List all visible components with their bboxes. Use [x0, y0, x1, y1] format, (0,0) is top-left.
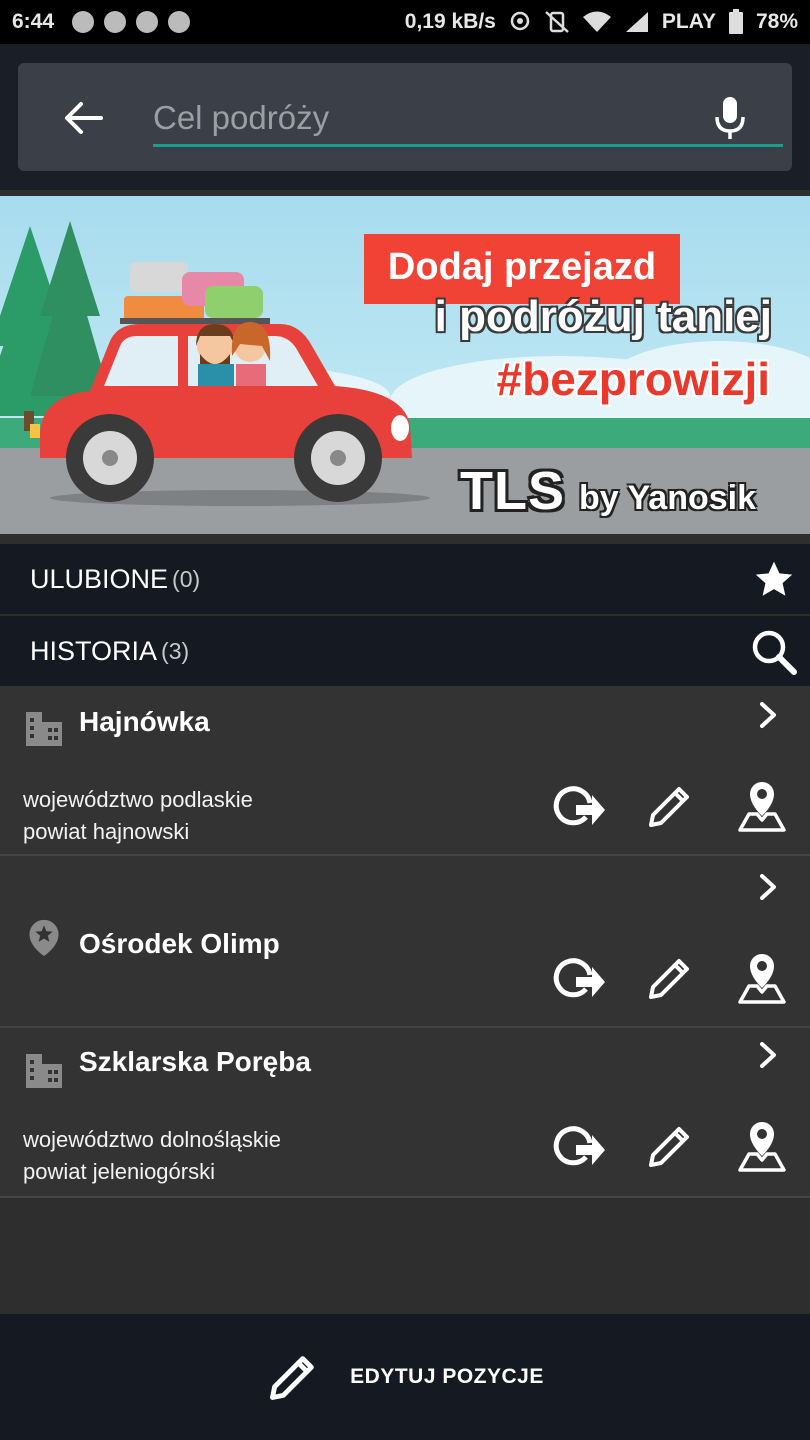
- vibrate-off-icon: [545, 11, 569, 33]
- banner-subheadline: i podróżuj taniej: [434, 292, 772, 341]
- brand-suffix: by Yanosik: [579, 479, 757, 517]
- history-item[interactable]: Ośrodek Olimp: [0, 856, 810, 1028]
- pencil-icon: [649, 1127, 689, 1167]
- chevron-right-icon[interactable]: [756, 700, 780, 730]
- city-icon: [26, 1054, 62, 1088]
- chevron-right-icon[interactable]: [756, 1040, 780, 1070]
- favorites-count: (0): [172, 565, 201, 592]
- promo-banner[interactable]: Dodaj przejazd i podróżuj taniej #bezpro…: [0, 196, 810, 534]
- status-time: 6:44: [12, 10, 55, 33]
- navigate-arrow-icon: [553, 1126, 605, 1166]
- history-item-actions: [550, 1118, 790, 1174]
- notification-icon: [104, 11, 127, 33]
- region-county: powiat jeleniogórski: [23, 1159, 215, 1184]
- pencil-icon: [649, 959, 689, 999]
- banner-headline: Dodaj przejazd: [387, 246, 657, 288]
- history-list: Hajnówka województwo podlaskie powiat ha…: [0, 686, 810, 1198]
- show-on-map-button[interactable]: [734, 950, 790, 1006]
- navigate-button[interactable]: [550, 778, 606, 834]
- history-title: HISTORIA: [30, 635, 158, 666]
- navigate-arrow-icon: [553, 958, 605, 998]
- history-item-actions: [550, 778, 790, 834]
- hotspot-icon: [510, 11, 530, 31]
- voice-search-button[interactable]: [708, 93, 752, 143]
- banner-hashtag: #bezprowizji: [496, 353, 770, 405]
- history-section-header[interactable]: HISTORIA (3): [0, 616, 810, 686]
- pencil-icon: [270, 1356, 314, 1400]
- microphone-icon: [715, 97, 745, 139]
- edit-positions-button[interactable]: EDYTUJ POZYCJE: [0, 1314, 810, 1440]
- history-item-region: województwo dolnośląskie powiat jeleniog…: [23, 1124, 281, 1188]
- edit-button[interactable]: [642, 1118, 698, 1174]
- navigate-arrow-icon: [553, 786, 605, 826]
- chevron-right-icon[interactable]: [756, 872, 780, 902]
- notification-icon: [168, 11, 191, 33]
- signal-icon: [625, 12, 648, 32]
- banner-brand: TLS by Yanosik: [460, 460, 780, 522]
- history-item[interactable]: Szklarska Poręba województwo dolnośląski…: [0, 1028, 810, 1198]
- status-bar: 6:44 0,19 kB/s PLAY 78%: [0, 0, 810, 44]
- history-search-button[interactable]: [750, 628, 798, 676]
- favorites-section-header[interactable]: ULUBIONE (0): [0, 544, 810, 614]
- navigate-button[interactable]: [550, 950, 606, 1006]
- notification-icon: [136, 11, 159, 33]
- map-pin-icon: [738, 1122, 786, 1172]
- favorites-title: ULUBIONE: [30, 563, 169, 594]
- carrier-name: PLAY: [661, 10, 716, 33]
- search-box: [18, 63, 792, 171]
- region-county: powiat hajnowski: [23, 819, 190, 844]
- show-on-map-button[interactable]: [734, 1118, 790, 1174]
- arrow-back-icon: [65, 102, 103, 134]
- edit-button[interactable]: [642, 950, 698, 1006]
- destination-search-input[interactable]: [153, 91, 783, 147]
- notification-icon: [72, 11, 95, 33]
- poi-pin-icon: [29, 919, 59, 957]
- city-icon: [26, 712, 62, 746]
- map-pin-icon: [738, 954, 786, 1004]
- battery-icon: [728, 9, 743, 34]
- region-voivodeship: województwo dolnośląskie: [23, 1127, 282, 1152]
- favorites-star-button[interactable]: [750, 556, 798, 604]
- map-pin-icon: [738, 782, 786, 832]
- edit-positions-label: EDYTUJ POZYCJE: [350, 1365, 544, 1388]
- history-item-actions: [550, 950, 790, 1006]
- pencil-icon: [649, 787, 689, 827]
- history-item-name: Ośrodek Olimp: [79, 928, 280, 959]
- navigate-button[interactable]: [550, 1118, 606, 1174]
- show-on-map-button[interactable]: [734, 778, 790, 834]
- history-item-region: województwo podlaskie powiat hajnowski: [23, 784, 253, 848]
- back-button[interactable]: [58, 93, 108, 143]
- edit-button[interactable]: [642, 778, 698, 834]
- history-item[interactable]: Hajnówka województwo podlaskie powiat ha…: [0, 686, 810, 856]
- history-item-name: Szklarska Poręba: [79, 1046, 311, 1077]
- history-item-name: Hajnówka: [79, 706, 210, 737]
- brand-logo-text: TLS: [460, 461, 565, 521]
- wifi-icon: [582, 11, 611, 32]
- region-voivodeship: województwo podlaskie: [23, 787, 253, 812]
- battery-level: 78%: [755, 10, 798, 33]
- search-icon: [752, 630, 797, 675]
- network-speed: 0,19 kB/s: [404, 10, 496, 33]
- search-header: [0, 44, 810, 190]
- star-icon: [755, 561, 793, 596]
- history-count: (3): [161, 637, 190, 664]
